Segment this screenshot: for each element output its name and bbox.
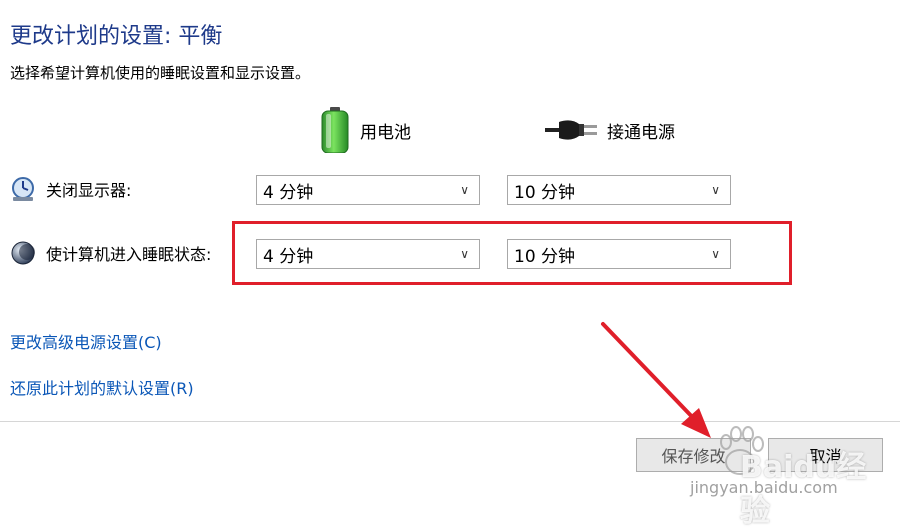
monitor-clock-icon <box>12 177 34 201</box>
sleep-battery-select[interactable]: 4 分钟 ∨ <box>256 239 480 269</box>
moon-sleep-icon <box>11 241 35 265</box>
setting-label-sleep: 使计算机进入睡眠状态: <box>46 245 212 264</box>
watermark-url: jingyan.baidu.com <box>690 478 838 497</box>
sleep-battery-value: 4 分钟 <box>263 246 314 267</box>
page-title: 更改计划的设置: 平衡 <box>10 24 223 49</box>
column-header-battery: 用电池 <box>320 106 411 154</box>
column-label-plugged: 接通电源 <box>607 122 675 143</box>
column-label-battery: 用电池 <box>360 122 411 143</box>
chevron-down-icon: ∨ <box>460 183 469 197</box>
chevron-down-icon: ∨ <box>460 247 469 261</box>
cancel-button[interactable]: 取消 <box>768 438 883 472</box>
display-off-battery-value: 4 分钟 <box>263 182 314 203</box>
chevron-down-icon: ∨ <box>711 183 720 197</box>
column-header-plugged: 接通电源 <box>545 106 675 154</box>
footer-divider <box>0 421 900 422</box>
setting-row-display-off: 关闭显示器: <box>10 176 131 202</box>
page-subtitle: 选择希望计算机使用的睡眠设置和显示设置。 <box>10 64 311 82</box>
restore-defaults-link[interactable]: 还原此计划的默认设置(R) <box>10 375 194 399</box>
advanced-power-settings-link[interactable]: 更改高级电源设置(C) <box>10 329 162 353</box>
chevron-down-icon: ∨ <box>711 247 720 261</box>
display-off-plugged-select[interactable]: 10 分钟 ∨ <box>507 175 731 205</box>
annotation-arrow-icon <box>601 322 711 438</box>
setting-row-sleep: 使计算机进入睡眠状态: <box>10 240 211 266</box>
power-plug-icon <box>545 120 597 140</box>
display-off-plugged-value: 10 分钟 <box>514 182 576 203</box>
setting-label-display-off: 关闭显示器: <box>46 181 132 200</box>
save-changes-button[interactable]: 保存修改 <box>636 438 751 472</box>
sleep-plugged-value: 10 分钟 <box>514 246 576 267</box>
sleep-plugged-select[interactable]: 10 分钟 ∨ <box>507 239 731 269</box>
display-off-battery-select[interactable]: 4 分钟 ∨ <box>256 175 480 205</box>
battery-icon <box>321 107 349 153</box>
